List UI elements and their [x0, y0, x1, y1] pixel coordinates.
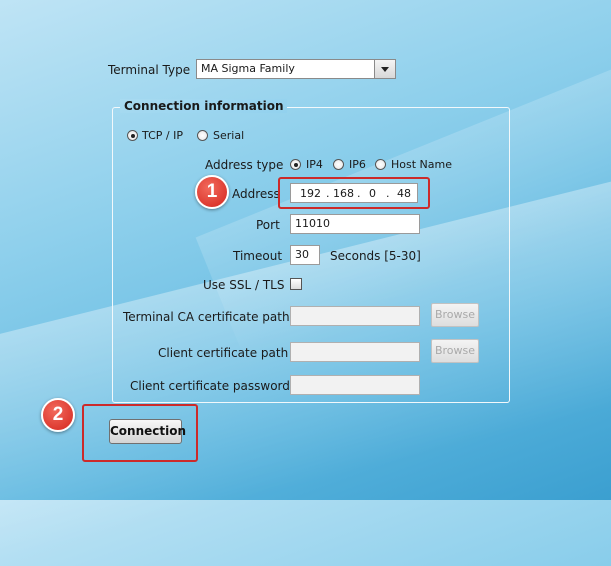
terminal-type-label: Terminal Type	[108, 63, 191, 77]
timeout-suffix: Seconds [5-30]	[330, 249, 421, 263]
use-ssl-checkbox[interactable]	[290, 278, 302, 290]
address-type-label: Address type	[205, 158, 284, 172]
port-input[interactable]: 11010	[290, 214, 420, 234]
timeout-label: Timeout	[233, 249, 283, 263]
radio-tcp-ip-label[interactable]: TCP / IP	[142, 129, 183, 142]
terminal-type-dropdown[interactable]: MA Sigma Family	[196, 59, 396, 79]
radio-host-name-label[interactable]: Host Name	[391, 158, 452, 171]
radio-ip4[interactable]	[290, 159, 301, 170]
radio-ip6[interactable]	[333, 159, 344, 170]
address-highlight-box	[278, 177, 430, 209]
step-2-badge: 2	[41, 398, 75, 432]
client-cert-path-input[interactable]	[290, 342, 420, 362]
connection-info-title: Connection information	[120, 99, 288, 113]
timeout-input[interactable]: 30	[290, 245, 320, 265]
use-ssl-label: Use SSL / TLS	[203, 278, 285, 292]
client-cert-password-input[interactable]	[290, 375, 420, 395]
terminal-ca-path-input[interactable]	[290, 306, 420, 326]
chevron-down-icon[interactable]	[374, 60, 395, 78]
connection-highlight-box	[82, 404, 198, 462]
terminal-ca-path-label: Terminal CA certificate path	[123, 310, 290, 324]
client-cert-browse-button[interactable]: Browse	[431, 339, 479, 363]
terminal-ca-browse-button[interactable]: Browse	[431, 303, 479, 327]
radio-serial-label[interactable]: Serial	[213, 129, 244, 142]
radio-serial[interactable]	[197, 130, 208, 141]
port-label: Port	[256, 218, 280, 232]
radio-host-name[interactable]	[375, 159, 386, 170]
terminal-type-value: MA Sigma Family	[201, 62, 295, 75]
radio-ip6-label[interactable]: IP6	[349, 158, 366, 171]
radio-tcp-ip[interactable]	[127, 130, 138, 141]
client-cert-path-label: Client certificate path	[158, 346, 289, 360]
step-1-badge: 1	[195, 175, 229, 209]
radio-ip4-label[interactable]: IP4	[306, 158, 323, 171]
client-cert-password-label: Client certificate password	[130, 379, 290, 393]
address-label: Address	[232, 187, 280, 201]
